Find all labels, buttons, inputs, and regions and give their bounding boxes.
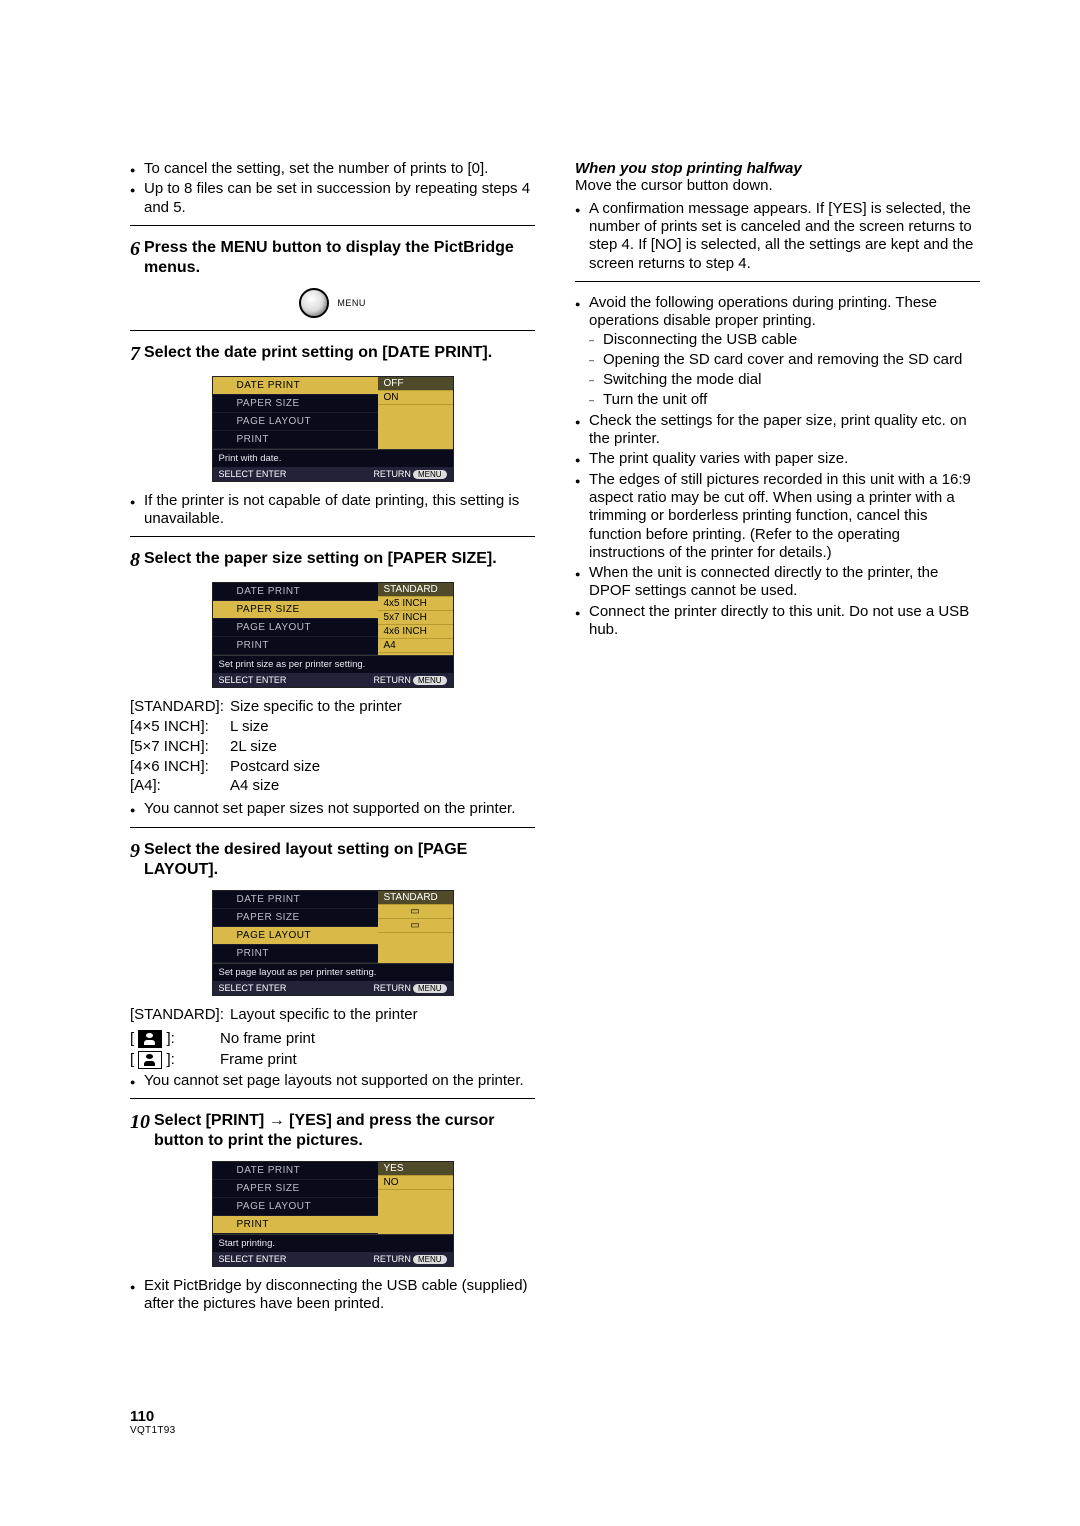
lcd-page-layout: DATE PRINT PAPER SIZE PAGE LAYOUT PRINT … bbox=[212, 890, 454, 996]
note: If the printer is not capable of date pr… bbox=[130, 492, 535, 529]
paper-size-defs: [STANDARD]:Size specific to the printer … bbox=[130, 698, 535, 796]
note: Exit PictBridge by disconnecting the USB… bbox=[130, 1277, 535, 1314]
lcd-date-print: DATE PRINT PAPER SIZE PAGE LAYOUT PRINT … bbox=[212, 376, 454, 482]
divider bbox=[130, 827, 535, 828]
menu-button-icon bbox=[299, 288, 329, 318]
step-6: 6 Press the MENU button to display the P… bbox=[130, 238, 535, 331]
divider bbox=[130, 225, 535, 226]
step-10: 10 Select [PRINT] → [YES] and press the … bbox=[130, 1111, 535, 1314]
step-9: 9 Select the desired layout setting on [… bbox=[130, 840, 535, 1025]
doc-code: VQT1T93 bbox=[130, 1425, 175, 1436]
divider bbox=[575, 281, 980, 282]
bullet: Up to 8 files can be set in succession b… bbox=[130, 180, 535, 217]
step-8: 8 Select the paper size setting on [PAPE… bbox=[130, 549, 535, 827]
note: You cannot set page layouts not supporte… bbox=[130, 1072, 535, 1090]
page-number: 110 bbox=[130, 1408, 175, 1425]
step-7: 7 Select the date print setting on [DATE… bbox=[130, 343, 535, 538]
avoid-block: Avoid the following operations during pr… bbox=[575, 294, 980, 639]
halfway-bullet: A confirmation message appears. If [YES]… bbox=[575, 200, 980, 273]
divider bbox=[130, 330, 535, 331]
divider bbox=[130, 1098, 535, 1099]
note: You cannot set paper sizes not supported… bbox=[130, 800, 535, 818]
halfway-heading: When you stop printing halfway bbox=[575, 160, 980, 177]
frame-icon bbox=[138, 1051, 162, 1069]
lcd-paper-size: DATE PRINT PAPER SIZE PAGE LAYOUT PRINT … bbox=[212, 582, 454, 688]
menu-button-label: MENU bbox=[337, 298, 366, 308]
layout-icon-legend: [ ]: No frame print [ ]: Frame print You… bbox=[130, 1030, 535, 1099]
divider bbox=[130, 536, 535, 537]
lcd-print: DATE PRINT PAPER SIZE PAGE LAYOUT PRINT … bbox=[212, 1161, 454, 1267]
halfway-body: Move the cursor button down. bbox=[575, 177, 980, 196]
manual-page: To cancel the setting, set the number of… bbox=[0, 0, 1080, 1526]
bullet: To cancel the setting, set the number of… bbox=[130, 160, 535, 178]
page-footer: 110 VQT1T93 bbox=[130, 1408, 175, 1436]
intro-bullets: To cancel the setting, set the number of… bbox=[130, 160, 535, 217]
no-frame-icon bbox=[138, 1030, 162, 1048]
